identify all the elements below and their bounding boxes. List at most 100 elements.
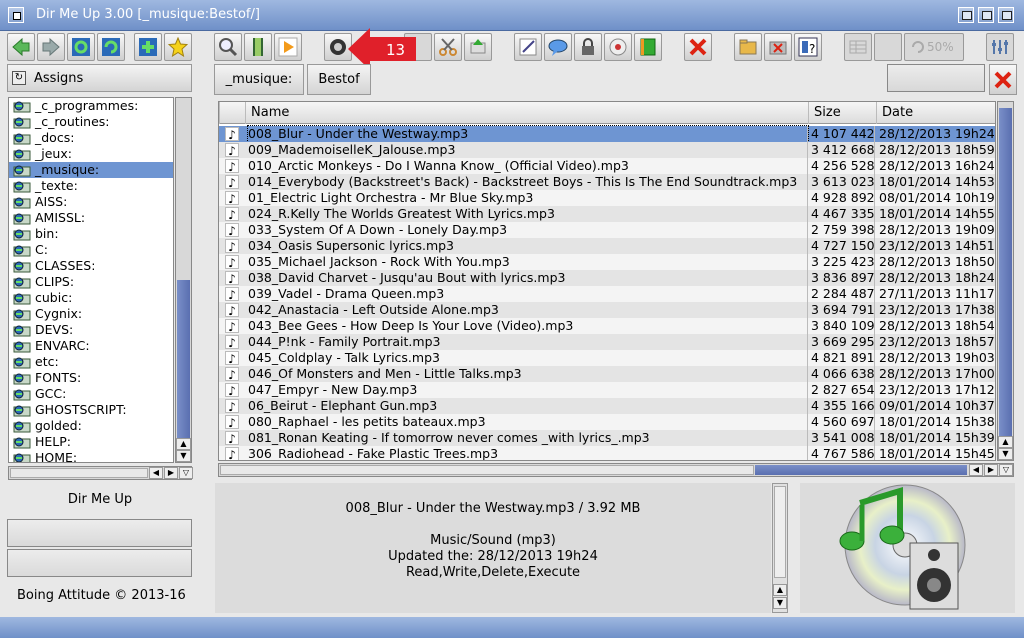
- table-row[interactable]: ♪ 034_Oasis Supersonic lyrics.mp3 4 727 15…: [219, 238, 995, 254]
- assigns-button[interactable]: ↻ Assigns: [7, 64, 192, 92]
- volume-item[interactable]: etc:: [9, 354, 173, 370]
- column-header-size[interactable]: Size: [808, 102, 876, 124]
- scroll-left-arrow[interactable]: ◀: [149, 467, 163, 479]
- path-segment-folder[interactable]: Bestof: [307, 64, 371, 95]
- table-row[interactable]: ♪ 046_Of Monsters and Men - Little Talks.…: [219, 366, 995, 382]
- scroll-knob[interactable]: [999, 108, 1012, 438]
- table-row[interactable]: ♪ 043_Bee Gees - How Deep Is Your Love (V…: [219, 318, 995, 334]
- table-row[interactable]: ♪ 045_Coldplay - Talk Lyrics.mp3 4 821 891…: [219, 350, 995, 366]
- table-row[interactable]: ♪ 06_Beirut - Elephant Gun.mp3 4 355 166 09…: [219, 398, 995, 414]
- scroll-up-arrow[interactable]: ▲: [176, 438, 191, 450]
- depth-gadget[interactable]: [998, 7, 1014, 23]
- volume-item[interactable]: CLIPS:: [9, 274, 173, 290]
- scroll-down-arrow[interactable]: ▼: [773, 597, 787, 609]
- column-header-name[interactable]: Name: [245, 102, 808, 124]
- settings-button[interactable]: [986, 33, 1014, 61]
- volume-item[interactable]: GCC:: [9, 386, 173, 402]
- volume-item[interactable]: CLASSES:: [9, 258, 173, 274]
- table-row[interactable]: ♪ 039_Vadel - Drama Queen.mp3 2 284 487 27/…: [219, 286, 995, 302]
- drawer-button[interactable]: [734, 33, 762, 61]
- table-row[interactable]: ♪ 033_System Of A Down - Lonely Day.mp3 2 …: [219, 222, 995, 238]
- reload-button[interactable]: [97, 33, 125, 61]
- scroll-down-arrow[interactable]: ▼: [176, 450, 191, 462]
- favorite-button[interactable]: [164, 33, 192, 61]
- volume-item[interactable]: cubic:: [9, 290, 173, 306]
- burn-button[interactable]: [604, 33, 632, 61]
- volume-item[interactable]: HELP:: [9, 434, 173, 450]
- protect-button[interactable]: [574, 33, 602, 61]
- cut-button[interactable]: [434, 33, 462, 61]
- view-icon-button[interactable]: [874, 33, 902, 61]
- table-row[interactable]: ♪ 009_MademoiselleK_Jalouse.mp3 3 412 668 2…: [219, 142, 995, 158]
- file-list-hscrollbar[interactable]: ◀ ▶ ▽: [218, 463, 1014, 477]
- volume-item[interactable]: C:: [9, 242, 173, 258]
- clear-filter-button[interactable]: [989, 64, 1017, 95]
- file-list[interactable]: Name Size Date ♪ 008_Blur - Under the Wes…: [218, 101, 996, 461]
- scroll-up-arrow[interactable]: ▲: [998, 436, 1013, 448]
- volume-list-scrollbar[interactable]: ▲ ▼: [175, 97, 192, 463]
- film-button[interactable]: [244, 33, 272, 61]
- volume-item[interactable]: _jeux:: [9, 146, 173, 162]
- volume-item[interactable]: Cygnix:: [9, 306, 173, 322]
- scroll-left-arrow[interactable]: ◀: [969, 464, 983, 476]
- scroll-down-arrow[interactable]: ▽: [179, 467, 193, 479]
- iconify-gadget[interactable]: [958, 7, 974, 23]
- delete-button[interactable]: [684, 33, 712, 61]
- volume-item[interactable]: golded:: [9, 418, 173, 434]
- view-list-button[interactable]: [844, 33, 872, 61]
- comment-button[interactable]: [544, 33, 572, 61]
- volume-list-hscrollbar[interactable]: ◀ ▶ ▽: [8, 466, 193, 480]
- volume-item[interactable]: _c_routines:: [9, 114, 173, 130]
- scroll-down-arrow[interactable]: ▽: [999, 464, 1013, 476]
- volume-item[interactable]: _musique:: [9, 162, 173, 178]
- hscroll-track[interactable]: [755, 465, 967, 475]
- volume-item[interactable]: AISS:: [9, 194, 173, 210]
- path-segment-volume[interactable]: _musique:: [214, 64, 304, 95]
- paste-button[interactable]: [464, 33, 492, 61]
- window-close-gadget[interactable]: [8, 7, 24, 23]
- table-row[interactable]: ♪ 010_Arctic Monkeys - Do I Wanna Know_ (…: [219, 158, 995, 174]
- filter-input[interactable]: [887, 64, 985, 92]
- column-header-date[interactable]: Date: [876, 102, 995, 124]
- book-button[interactable]: [634, 33, 662, 61]
- volume-item[interactable]: AMISSL:: [9, 210, 173, 226]
- table-row[interactable]: ♪ 008_Blur - Under the Westway.mp3 4 107 4…: [219, 125, 995, 143]
- table-row[interactable]: ♪ 014_Everybody (Backstreet's Back) - Bac…: [219, 174, 995, 190]
- table-row[interactable]: ♪ 042_Anastacia - Left Outside Alone.mp3 3…: [219, 302, 995, 318]
- volume-item[interactable]: ENVARC:: [9, 338, 173, 354]
- info-button[interactable]: ?: [794, 33, 822, 61]
- volume-item[interactable]: _c_programmes:: [9, 98, 173, 114]
- table-row[interactable]: ♪ 080_Raphael - les petits bateaux.mp3 4 5…: [219, 414, 995, 430]
- scroll-up-arrow[interactable]: ▲: [773, 584, 787, 596]
- table-row[interactable]: ♪ 038_David Charvet - Jusqu'au Bout with …: [219, 270, 995, 286]
- table-row[interactable]: ♪ 01_Electric Light Orchestra - Mr Blue S…: [219, 190, 995, 206]
- volume-item[interactable]: DEVS:: [9, 322, 173, 338]
- forward-button[interactable]: [37, 33, 65, 61]
- scroll-knob[interactable]: [774, 486, 786, 578]
- volume-item[interactable]: FONTS:: [9, 370, 173, 386]
- title-bar[interactable]: Dir Me Up 3.00 [_musique:Bestof/]: [0, 0, 1024, 31]
- search-button[interactable]: [214, 33, 242, 61]
- table-row[interactable]: ♪ 044_P!nk - Family Portrait.mp3 3 669 295…: [219, 334, 995, 350]
- new-drawer-button[interactable]: [134, 33, 162, 61]
- volume-item[interactable]: GHOSTSCRIPT:: [9, 402, 173, 418]
- back-button[interactable]: [7, 33, 35, 61]
- volume-item[interactable]: _texte:: [9, 178, 173, 194]
- remove-button[interactable]: [764, 33, 792, 61]
- hscroll-knob[interactable]: [220, 465, 754, 475]
- play-button[interactable]: [274, 33, 302, 61]
- column-header-icon[interactable]: [219, 102, 245, 124]
- info-scrollbar[interactable]: ▲ ▼: [772, 483, 788, 613]
- scroll-knob[interactable]: [177, 280, 190, 450]
- parent-button[interactable]: [67, 33, 95, 61]
- volume-item[interactable]: HOME:: [9, 450, 173, 462]
- volume-item[interactable]: bin:: [9, 226, 173, 242]
- hscroll-knob[interactable]: [10, 468, 148, 478]
- zoom-gadget[interactable]: [978, 7, 994, 23]
- table-row[interactable]: ♪ 035_Michael Jackson - Rock With You.mp3…: [219, 254, 995, 270]
- volume-list[interactable]: _c_programmes: _c_routines: _docs: _jeux: _m…: [8, 97, 174, 463]
- scroll-down-arrow[interactable]: ▼: [998, 448, 1013, 460]
- file-list-scrollbar[interactable]: ▲ ▼: [997, 101, 1014, 461]
- edit-button[interactable]: [514, 33, 542, 61]
- volume-item[interactable]: _docs:: [9, 130, 173, 146]
